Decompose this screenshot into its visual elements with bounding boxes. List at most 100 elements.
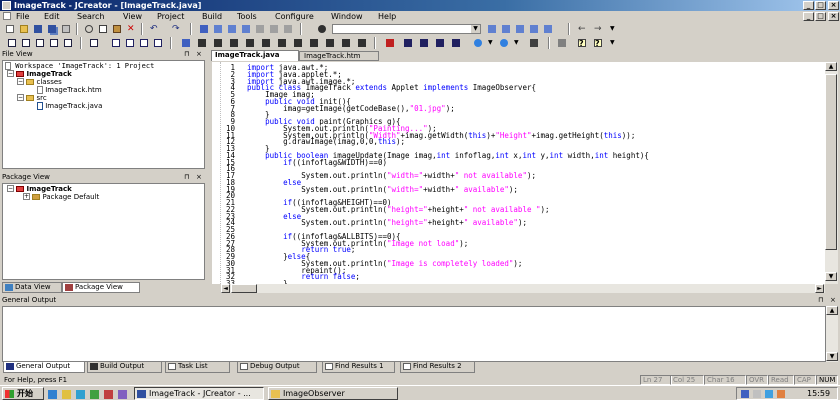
class-wizard-icon[interactable] [384,37,396,49]
start-button[interactable]: 开始 [2,387,44,400]
quicklaunch-app3-icon[interactable] [118,390,127,399]
package-default-node[interactable]: + Package Default [23,193,99,201]
close-button[interactable]: × [828,1,839,10]
tab-imagetrack-htm[interactable]: ImageTrack.htm [299,51,379,61]
code-line[interactable]: imag=getImage(getCodeBase(),"01.jpg"); [247,104,455,113]
back-icon[interactable]: ← [576,23,588,35]
workspace-icon[interactable] [62,37,74,49]
execute-icon[interactable] [276,37,288,49]
delete-icon[interactable]: ✕ [125,23,137,35]
tab-debug-output[interactable]: Debug Output [237,362,317,373]
tab-imagetrack-java[interactable]: ImageTrack.java [211,50,299,61]
close-icon[interactable]: × [830,296,836,305]
save-all-button[interactable] [46,23,58,35]
file-view-icon[interactable] [6,37,18,49]
step-out-icon[interactable] [356,37,368,49]
search-combo[interactable]: ▼ [332,24,481,34]
ie-icon[interactable] [48,390,57,399]
cut-icon[interactable] [83,23,95,35]
chevron-down-icon[interactable]: ▼ [512,37,524,49]
chevron-down-icon[interactable]: ▼ [608,37,620,49]
settings-icon[interactable] [556,37,568,49]
file-imagetrack-java[interactable]: ImageTrack.java [37,102,102,110]
menu-search[interactable]: Search [77,12,104,21]
stop-icon[interactable] [308,37,320,49]
minimize-button[interactable]: _ [803,1,814,10]
code-line[interactable]: System.out.println("height="+height+" av… [247,218,527,227]
debug-icon[interactable] [292,37,304,49]
code-line[interactable]: g.drawImage(imag,0,0,this); [247,137,405,146]
help-icon[interactable]: ? [576,37,588,49]
maximize-button[interactable]: □ [815,1,826,10]
doc-minimize-button[interactable]: _ [803,12,814,21]
file-imagetrack-htm[interactable]: ImageTrack.htm [37,86,102,94]
uncomment-icon[interactable] [212,37,224,49]
comment-icon[interactable] [196,37,208,49]
close-icon[interactable]: × [196,50,202,59]
scroll-up-button[interactable]: ▲ [826,306,838,315]
menu-configure[interactable]: Configure [275,12,314,21]
scroll-down-button[interactable]: ▼ [826,352,838,361]
undo-icon[interactable]: ↶ [148,23,160,35]
task-imageobserver[interactable]: ImageObserver [268,387,398,400]
forward-icon[interactable]: → [592,23,604,35]
doc-close-button[interactable]: × [828,12,839,21]
desktop-icon[interactable] [62,390,71,399]
horizontal-scrollbar[interactable]: ◄ ► [221,284,825,293]
doc-restore-button[interactable]: □ [815,12,826,21]
indent-icon[interactable] [528,23,540,35]
folder-classes[interactable]: − classes [17,78,62,86]
tab-data-view[interactable]: Data View [2,282,62,293]
new-method-icon[interactable] [418,37,430,49]
quicklaunch-app2-icon[interactable] [104,390,113,399]
chevron-down-icon[interactable]: ▼ [486,37,498,49]
open-button[interactable] [18,23,30,35]
package-view-icon[interactable] [20,37,32,49]
tray-network-icon[interactable] [741,390,749,398]
menu-view[interactable]: View [123,12,142,21]
chevron-down-icon[interactable]: ▼ [608,23,620,35]
find-in-files-icon[interactable] [316,23,328,35]
package-project-node[interactable]: − ImageTrack [7,185,72,193]
match-brace-icon[interactable] [514,23,526,35]
find-icon[interactable] [254,23,266,35]
document-icon[interactable] [3,12,11,20]
outlook-icon[interactable] [76,390,85,399]
scroll-thumb[interactable] [825,74,837,250]
bookmark-icon[interactable] [198,23,210,35]
redo-icon[interactable]: ↷ [170,23,182,35]
cascade-icon[interactable] [124,37,136,49]
scroll-up-button[interactable]: ▲ [825,62,837,71]
new-file-button[interactable] [4,23,16,35]
menu-file[interactable]: File [16,12,29,21]
find-next-icon[interactable] [268,23,280,35]
folder-src[interactable]: − src [17,94,47,102]
outdent-icon[interactable] [542,23,554,35]
window-list-icon[interactable] [88,37,100,49]
context-help-icon[interactable]: ? [592,37,604,49]
print-button[interactable] [60,23,72,35]
menu-build[interactable]: Build [202,12,222,21]
goto-icon[interactable] [500,23,512,35]
output-view-icon[interactable] [34,37,46,49]
scroll-down-button[interactable]: ▼ [825,272,837,281]
save-button[interactable] [32,23,44,35]
hscroll-thumb[interactable] [231,284,257,293]
task-jcreator[interactable]: ImageTrack - JCreator - ... [134,387,264,400]
find-prev-icon[interactable] [282,23,294,35]
output-scrollbar[interactable]: ▲ ▼ [826,306,838,362]
full-screen-icon[interactable] [48,37,60,49]
step-over-icon[interactable] [340,37,352,49]
tool-settings-icon[interactable] [450,37,462,49]
project-node[interactable]: − ImageTrack [7,70,72,78]
javadoc-icon[interactable] [498,37,510,49]
step-icon[interactable] [324,37,336,49]
pin-icon[interactable]: ⊓ [184,173,189,182]
menu-edit[interactable]: Edit [44,12,60,21]
menu-project[interactable]: Project [157,12,184,21]
pin-icon[interactable]: ⊓ [184,50,189,59]
tile-horizontal-icon[interactable] [138,37,150,49]
tab-general-output[interactable]: General Output [3,362,85,373]
menu-window[interactable]: Window [331,12,363,21]
menu-help[interactable]: Help [378,12,396,21]
